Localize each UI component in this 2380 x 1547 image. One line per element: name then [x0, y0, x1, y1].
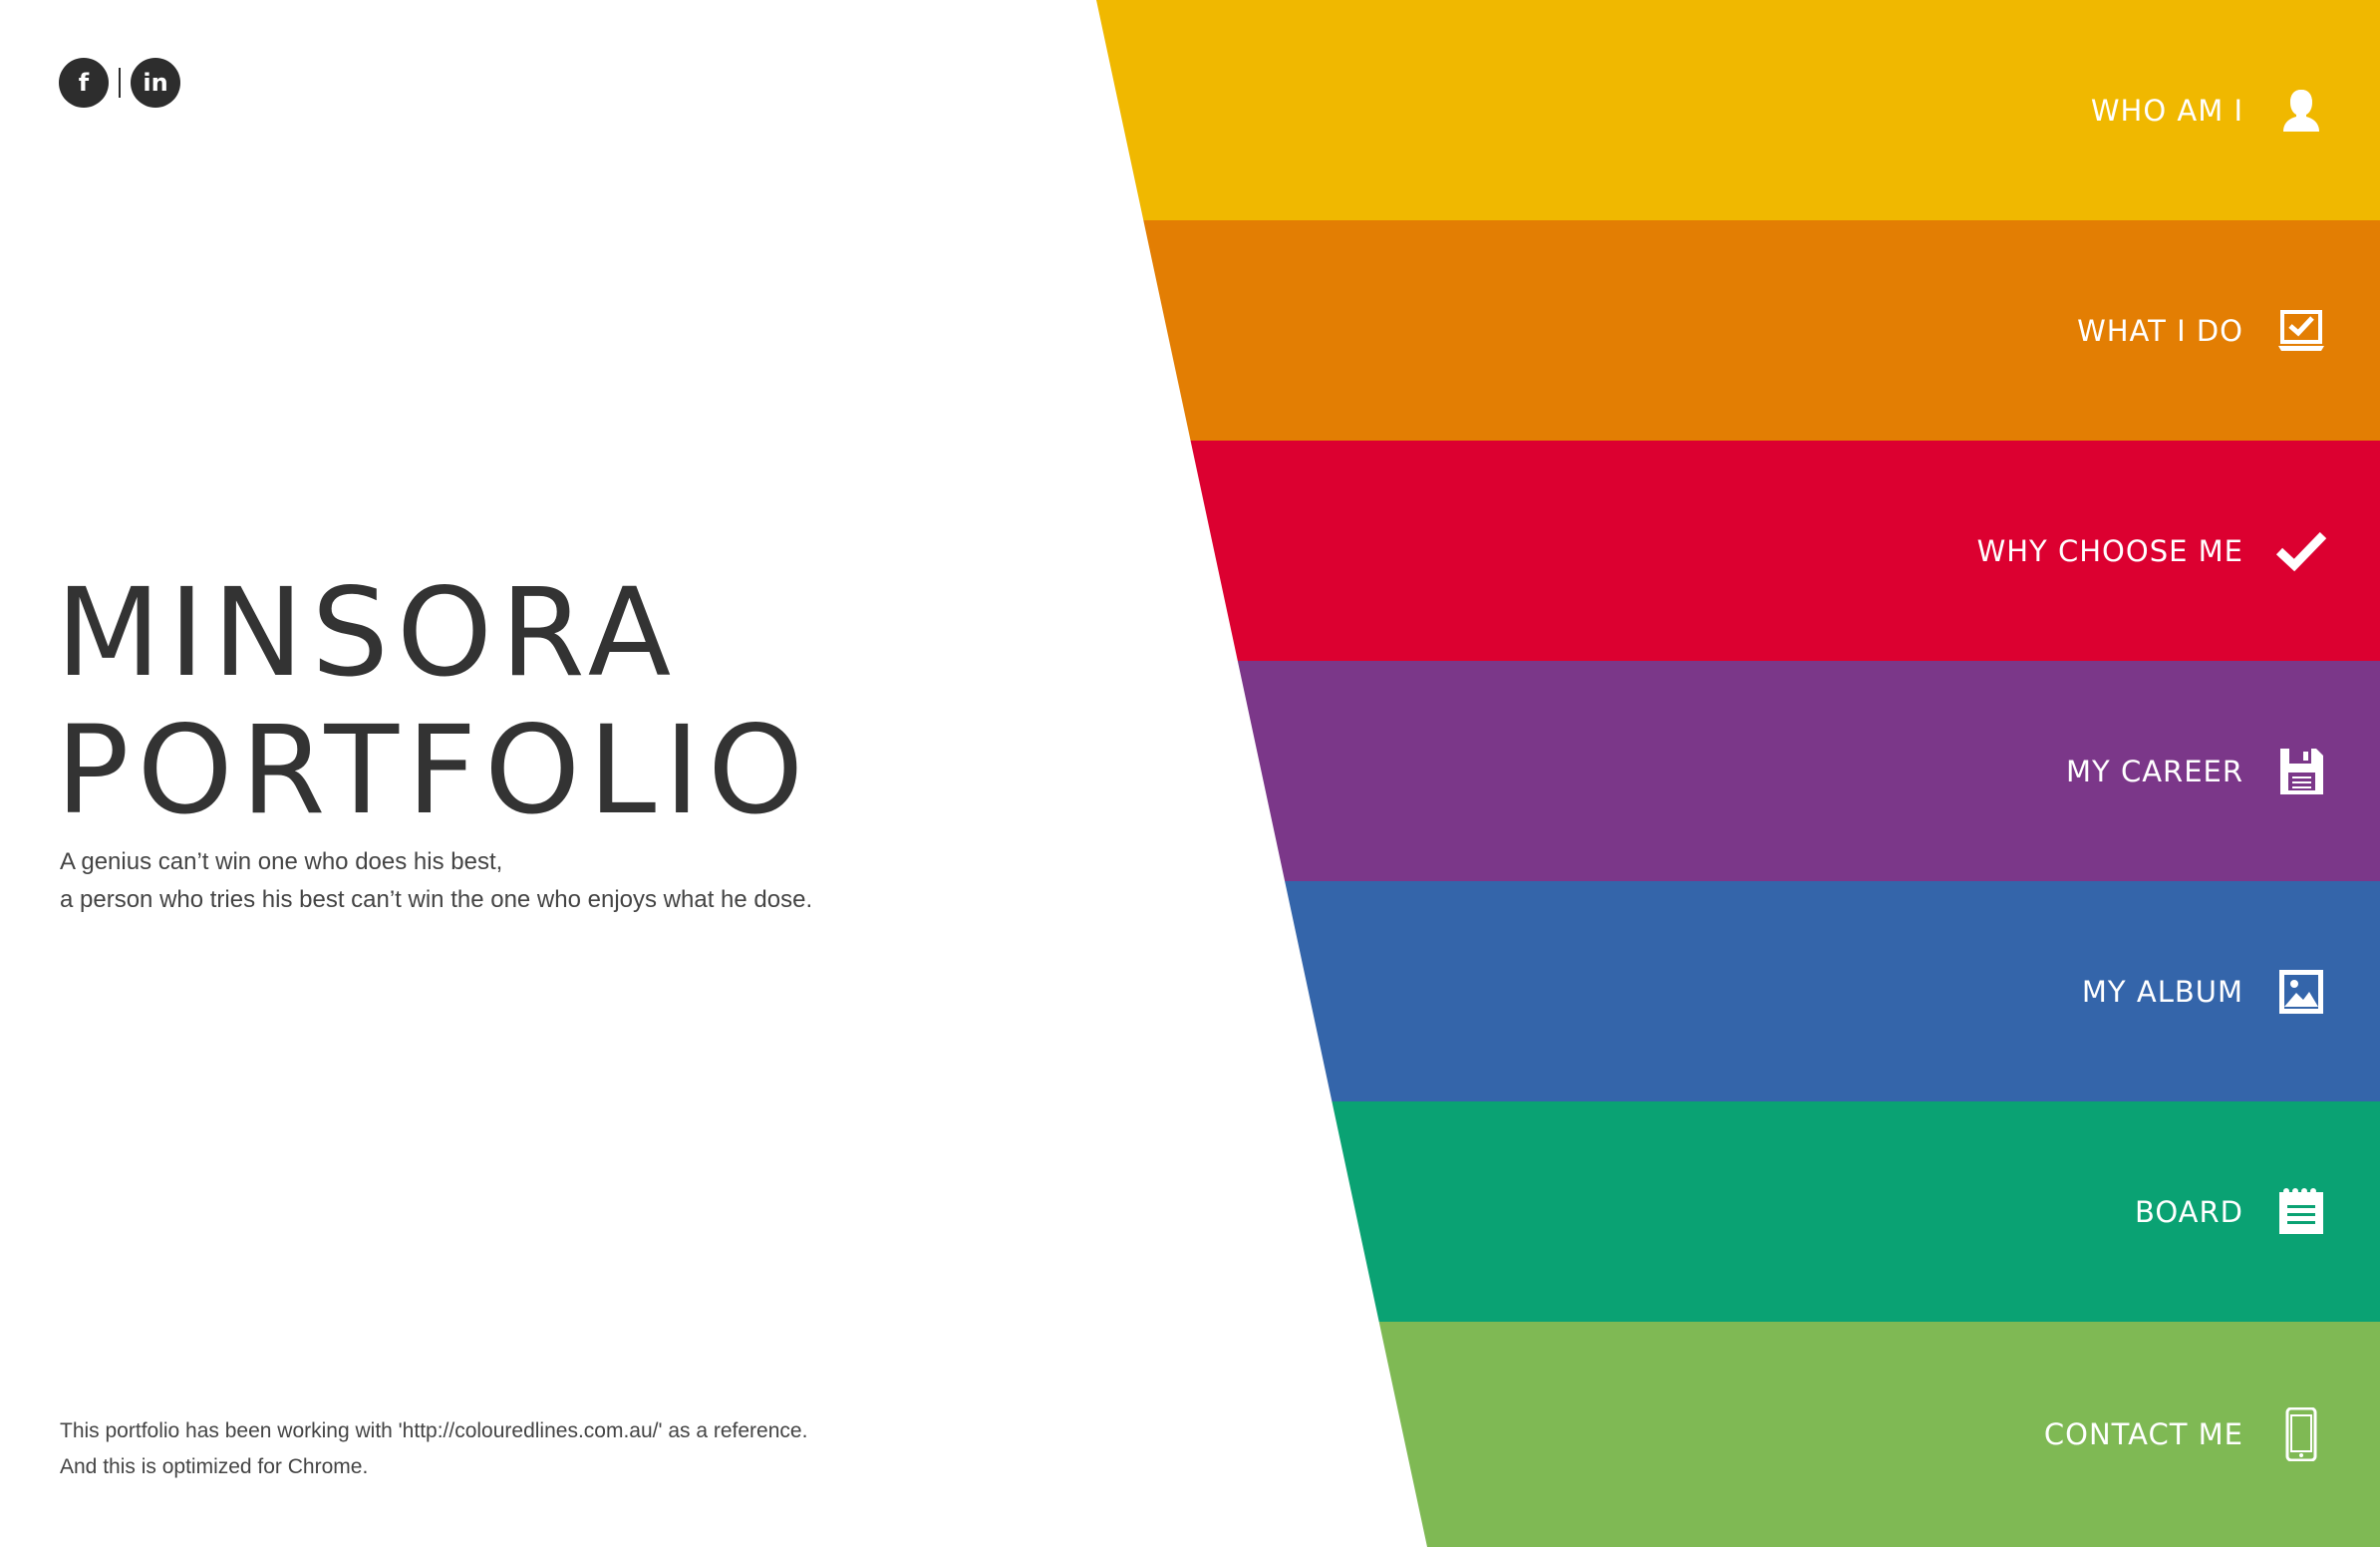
checkmark-icon [2274, 524, 2328, 578]
nav-item-label: MY CAREER [2066, 754, 2243, 788]
nav-item-label: BOARD [2134, 1194, 2243, 1229]
footer-note-line1: This portfolio has been working with 'ht… [60, 1419, 808, 1442]
person-icon [2274, 84, 2328, 138]
social-divider [119, 68, 121, 98]
floppy-disk-icon [2274, 745, 2328, 798]
notepad-icon [2274, 1185, 2328, 1239]
nav-item-who-am-i[interactable]: WHO AM I [1096, 0, 2380, 220]
page-title-line1: MINSORA [56, 562, 680, 704]
nav-item-label: WHY CHOOSE ME [1976, 533, 2243, 568]
laptop-check-icon [2274, 304, 2328, 358]
page-title-line2: PORTFOLIO [56, 700, 812, 841]
facebook-icon: f [78, 69, 90, 97]
picture-icon [2274, 965, 2328, 1019]
tagline-line2: a person who tries his best can’t win th… [60, 886, 813, 913]
footer-note-line2: And this is optimized for Chrome. [60, 1455, 369, 1478]
nav-item-what-i-do[interactable]: WHAT I DO [1096, 220, 2380, 441]
nav-item-label: MY ALBUM [2081, 974, 2243, 1009]
smartphone-icon [2274, 1407, 2328, 1461]
tagline: A genius can’t win one who does his best… [60, 843, 812, 919]
nav-item-label: CONTACT ME [2043, 1417, 2243, 1451]
linkedin-icon: in [143, 69, 168, 97]
tagline-line1: A genius can’t win one who does his best… [60, 848, 503, 875]
facebook-button[interactable]: f [59, 58, 109, 108]
page: f in MINSORA PORTFOLIO A genius can’t wi… [0, 0, 2380, 1547]
linkedin-button[interactable]: in [131, 58, 180, 108]
nav-item-label: WHO AM I [2090, 93, 2243, 128]
social-links: f in [59, 58, 180, 108]
page-title: MINSORA PORTFOLIO [56, 564, 811, 839]
nav-item-label: WHAT I DO [2077, 313, 2243, 348]
footer-note: This portfolio has been working with 'ht… [60, 1413, 807, 1485]
nav-item-board[interactable]: BOARD [1096, 1101, 2380, 1322]
